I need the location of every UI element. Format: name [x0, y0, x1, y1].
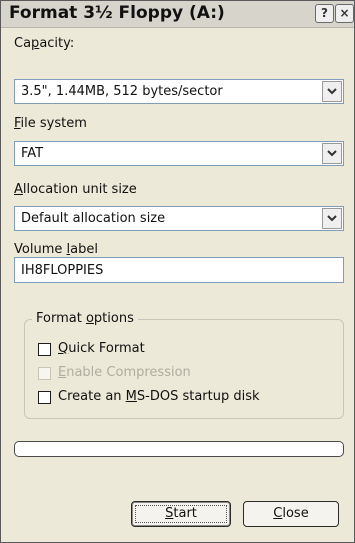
title-close-button[interactable]: × [335, 4, 354, 23]
close-button[interactable]: Close [243, 501, 339, 527]
chevron-down-icon [327, 150, 337, 157]
file-system-dropdown-button[interactable] [322, 143, 342, 164]
chevron-down-icon [327, 88, 337, 95]
format-options-title: Format options [32, 311, 138, 326]
volume-label-value: IH8FLOPPIES [21, 263, 104, 278]
format-dialog: Format 3½ Floppy (A:) ? × Capacity: 3.5"… [0, 0, 355, 543]
allocation-label: Allocation unit size [14, 182, 137, 197]
file-system-label: File system [14, 116, 87, 131]
quick-format-label[interactable]: Quick Format [58, 341, 145, 356]
msdos-startup-checkbox[interactable] [38, 391, 51, 404]
chevron-down-icon [327, 215, 337, 222]
msdos-startup-label[interactable]: Create an MS-DOS startup disk [58, 389, 260, 404]
enable-compression-label: Enable Compression [58, 365, 191, 380]
volume-label-input[interactable]: IH8FLOPPIES [14, 257, 344, 283]
format-progress-bar [14, 441, 344, 457]
allocation-value: Default allocation size [21, 211, 166, 226]
help-button[interactable]: ? [315, 4, 334, 23]
quick-format-checkbox[interactable] [38, 343, 51, 356]
title-bar[interactable]: Format 3½ Floppy (A:) ? × [1, 1, 354, 28]
window-title: Format 3½ Floppy (A:) [9, 3, 225, 23]
file-system-dropdown[interactable]: FAT [14, 141, 344, 166]
capacity-dropdown-button[interactable] [322, 81, 342, 102]
close-button-label: Close [273, 506, 309, 521]
focus-rectangle [135, 505, 227, 523]
capacity-label: Capacity: [14, 36, 75, 51]
start-button[interactable]: Start [131, 501, 231, 527]
allocation-dropdown-button[interactable] [322, 208, 342, 229]
capacity-value: 3.5", 1.44MB, 512 bytes/sector [21, 84, 223, 99]
volume-label-label: Volume label [14, 242, 98, 257]
allocation-dropdown[interactable]: Default allocation size [14, 206, 344, 231]
capacity-dropdown[interactable]: 3.5", 1.44MB, 512 bytes/sector [14, 79, 344, 104]
file-system-value: FAT [21, 146, 44, 161]
enable-compression-checkbox [38, 367, 51, 380]
